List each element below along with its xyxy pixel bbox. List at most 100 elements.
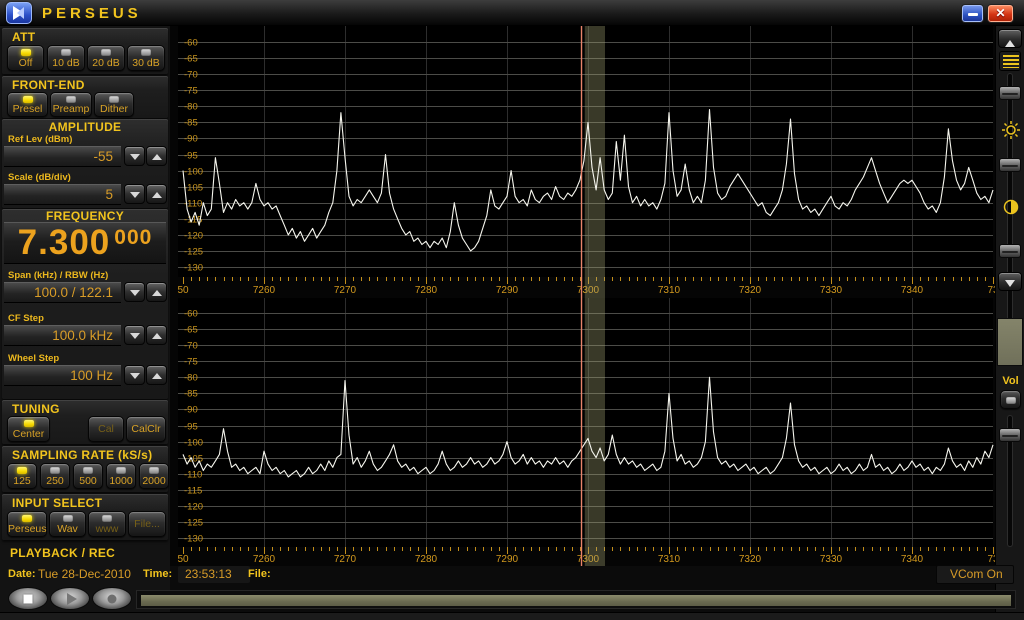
indicator-led <box>21 49 31 56</box>
record-icon <box>108 594 117 603</box>
volume-slider-handle[interactable] <box>999 428 1021 442</box>
span-down-button[interactable] <box>124 282 145 302</box>
rail-down-arrow-button[interactable] <box>998 272 1022 291</box>
app-logo-icon[interactable] <box>6 2 32 24</box>
svg-text:-120: -120 <box>184 502 203 513</box>
spectrum-speed-slider-handle[interactable] <box>999 86 1021 100</box>
svg-text:-130: -130 <box>184 534 203 545</box>
svg-text:7340: 7340 <box>901 554 924 565</box>
svg-text:50: 50 <box>177 554 189 565</box>
scale-up-button[interactable] <box>146 184 167 204</box>
playback-progress-track[interactable] <box>136 590 1016 609</box>
svg-text:-100: -100 <box>184 438 203 449</box>
amplitude-section: AMPLITUDE Ref Lev (dBm) -55 Scale (dB/di… <box>2 119 168 208</box>
calclr-button[interactable]: CalClr <box>126 416 166 442</box>
logo-glyph <box>7 3 31 23</box>
waterfall-palette-swatch <box>997 318 1023 366</box>
svg-text:-120: -120 <box>184 231 203 242</box>
rate-250-button[interactable]: 250 <box>40 463 70 489</box>
rate-125-button[interactable]: 125 <box>7 463 37 489</box>
brightness-slider-handle[interactable] <box>999 158 1021 172</box>
indicator-led <box>23 96 33 103</box>
cf-step-up-button[interactable] <box>146 325 167 345</box>
button-label: Dither <box>95 103 133 115</box>
svg-text:-60: -60 <box>184 309 198 320</box>
span-rbw-field[interactable]: 100.0 / 122.1 <box>4 282 121 303</box>
span-up-button[interactable] <box>146 282 167 302</box>
att-30db-button[interactable]: 30 dB <box>127 45 165 71</box>
ref-lev-up-button[interactable] <box>146 146 167 166</box>
button-label: 250 <box>41 475 69 487</box>
sidebar: ATT Off 10 dB 20 dB 30 dB FRONT-END Pres… <box>0 26 170 620</box>
dither-button[interactable]: Dither <box>94 92 134 117</box>
secondary-spectrum-plot[interactable]: -60-65-70-75-80-85-90-95-100-105-110-115… <box>170 298 995 566</box>
input-perseus-button[interactable]: Perseus <box>7 511 47 537</box>
ref-lev-down-button[interactable] <box>124 146 145 166</box>
wheel-step-field[interactable]: 100 Hz <box>4 365 121 386</box>
preamp-button[interactable]: Preamp <box>50 92 92 117</box>
scale-field[interactable]: 5 <box>4 184 121 205</box>
att-20db-button[interactable]: 20 dB <box>87 45 125 71</box>
main-spectrum-plot[interactable]: -60-65-70-75-80-85-90-95-100-105-110-115… <box>170 26 995 298</box>
record-button[interactable] <box>92 587 132 610</box>
cal-button[interactable]: Cal <box>88 416 124 442</box>
contrast-slider-handle[interactable] <box>999 244 1021 258</box>
ref-lev-field[interactable]: -55 <box>4 146 121 167</box>
bottom-strip <box>0 612 1024 620</box>
indicator-led <box>17 467 27 474</box>
presel-button[interactable]: Presel <box>7 92 48 117</box>
input-www-button[interactable]: www <box>88 511 126 537</box>
svg-text:-65: -65 <box>184 54 198 65</box>
frequency-sub-digits: 000 <box>114 223 152 253</box>
svg-text:-65: -65 <box>184 325 198 336</box>
tuning-header: TUNING <box>12 402 60 416</box>
center-button[interactable]: Center <box>7 416 50 442</box>
button-label: Cal <box>89 423 123 435</box>
svg-text:-130: -130 <box>184 263 203 274</box>
cf-step-label: CF Step <box>8 313 44 324</box>
button-label: 10 dB <box>48 57 84 69</box>
close-button[interactable]: ✕ <box>987 4 1014 23</box>
rate-1000-button[interactable]: 1000 <box>106 463 136 489</box>
minimize-button[interactable] <box>961 4 984 23</box>
button-label: Preamp <box>51 103 91 115</box>
indicator-led <box>141 49 151 56</box>
indicator-led <box>102 515 112 522</box>
svg-text:-85: -85 <box>184 389 198 400</box>
cf-step-field[interactable]: 100.0 kHz <box>4 325 121 346</box>
button-label: Center <box>8 428 49 440</box>
frequency-main-digits: 7.300 <box>18 223 111 263</box>
scale-label: Scale (dB/div) <box>8 172 71 183</box>
input-wav-button[interactable]: Wav <box>49 511 86 537</box>
svg-text:7330: 7330 <box>820 554 843 565</box>
wheel-step-up-button[interactable] <box>146 365 167 385</box>
svg-text:-80: -80 <box>184 373 198 384</box>
rail-up-arrow-button[interactable] <box>998 29 1022 48</box>
att-off-button[interactable]: Off <box>7 45 44 71</box>
svg-text:-105: -105 <box>184 183 203 194</box>
scale-down-button[interactable] <box>124 184 145 204</box>
play-button[interactable] <box>50 587 90 610</box>
svg-text:7280: 7280 <box>415 285 438 296</box>
indicator-led <box>83 467 93 474</box>
stop-icon <box>24 594 33 603</box>
stripes-glyph <box>1003 55 1019 68</box>
vcom-status: VCom On <box>950 567 1003 581</box>
sampling-rate-section: SAMPLING RATE (kS/s) 125 250 500 1000 20… <box>2 446 168 492</box>
frequency-display[interactable]: 7.300 000 <box>4 222 166 264</box>
stop-button[interactable] <box>8 587 48 610</box>
palette-stripes-icon[interactable] <box>999 51 1021 71</box>
time-value: 23:53:13 <box>185 567 232 581</box>
svg-text:-95: -95 <box>184 422 198 433</box>
rate-500-button[interactable]: 500 <box>73 463 103 489</box>
wheel-step-down-button[interactable] <box>124 365 145 385</box>
svg-text:-115: -115 <box>184 486 202 497</box>
svg-text:-70: -70 <box>184 70 198 81</box>
cf-step-down-button[interactable] <box>124 325 145 345</box>
rate-2000-button[interactable]: 2000 <box>139 463 169 489</box>
input-file-button[interactable]: File... <box>128 511 166 537</box>
titlebar: PERSEUS ✕ <box>0 0 1024 26</box>
vol-mute-button[interactable] <box>1000 390 1021 409</box>
play-icon <box>67 593 77 605</box>
att-10db-button[interactable]: 10 dB <box>47 45 85 71</box>
